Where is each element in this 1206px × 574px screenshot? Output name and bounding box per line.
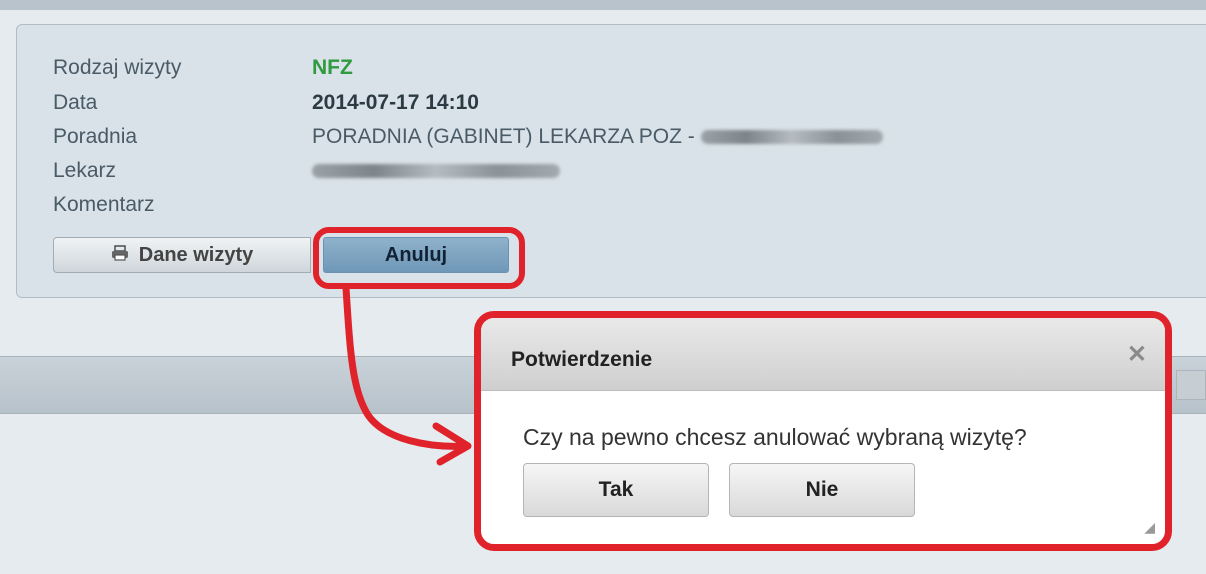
close-icon[interactable]: ✕: [1127, 340, 1147, 369]
nie-button[interactable]: Nie: [729, 463, 915, 517]
dialog-message: Czy na pewno chcesz anulować wybraną wiz…: [523, 424, 1027, 450]
confirmation-dialog: Potwierdzenie ✕ Czy na pewno chcesz anul…: [474, 311, 1172, 551]
tak-button[interactable]: Tak: [523, 463, 709, 517]
dialog-title: Potwierdzenie: [511, 348, 653, 371]
dialog-header: Potwierdzenie ✕: [481, 318, 1165, 391]
resize-grip-icon[interactable]: ◢: [1144, 519, 1155, 536]
